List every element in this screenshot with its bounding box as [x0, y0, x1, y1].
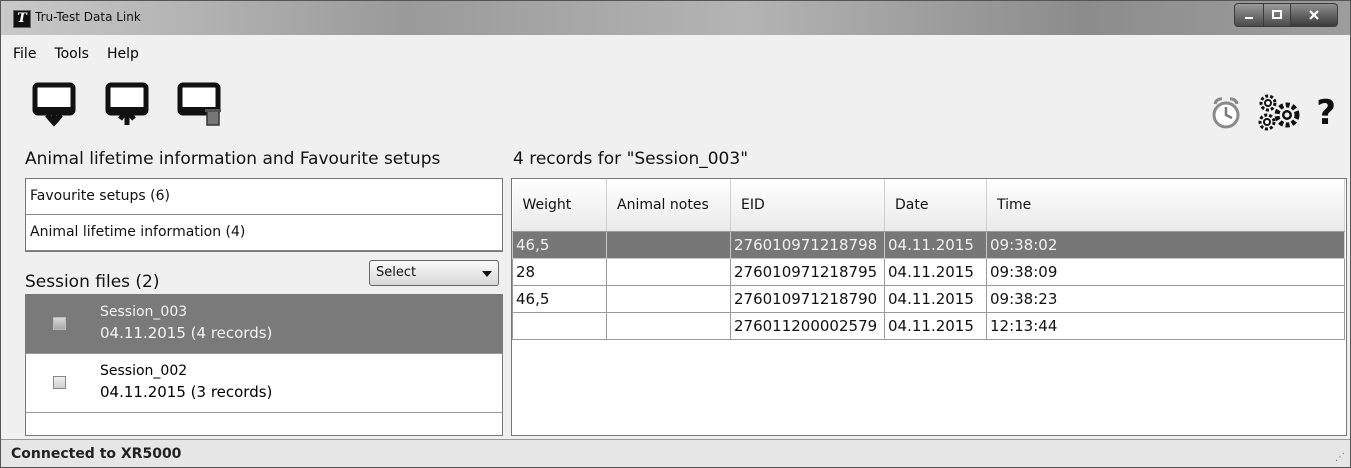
- session-name: Session_002: [100, 363, 188, 379]
- help-icon[interactable]: ?: [1316, 96, 1336, 130]
- session-files-heading: Session files (2): [25, 272, 160, 292]
- favourites-list: Favourite setups (6) Animal lifetime inf…: [25, 178, 503, 252]
- column-header-animal-notes[interactable]: Animal notes: [606, 179, 731, 232]
- cell-time: 09:38:09: [986, 258, 1345, 286]
- cell-animal-notes: [606, 312, 731, 340]
- cell-weight: [512, 312, 607, 340]
- cell-animal-notes: [606, 258, 731, 286]
- upload-to-device-button[interactable]: [104, 79, 154, 131]
- connection-status: Connected to XR5000: [11, 446, 182, 462]
- session-checkbox[interactable]: [53, 317, 66, 330]
- close-icon: [1309, 10, 1319, 20]
- table-row[interactable]: 46,5 276010971218798 04.11.2015 09:38:02: [512, 231, 1345, 259]
- cell-animal-notes: [606, 285, 731, 313]
- window-title: Tru-Test Data Link: [35, 10, 141, 24]
- cell-date: 04.11.2015: [884, 258, 987, 286]
- cell-time: 09:38:23: [986, 285, 1345, 313]
- session-files-list: Session_003 04.11.2015 (4 records) Sessi…: [25, 294, 503, 436]
- menu-help[interactable]: Help: [107, 46, 139, 62]
- minimize-icon: [1245, 17, 1253, 19]
- list-item-animal-lifetime-info[interactable]: Animal lifetime information (4): [26, 215, 502, 251]
- cell-time: 09:38:02: [986, 231, 1345, 259]
- session-checkbox[interactable]: [53, 376, 66, 389]
- table-header-row: Weight Animal notes EID Date Time: [512, 179, 1345, 232]
- minimize-button[interactable]: [1234, 3, 1264, 27]
- table-row[interactable]: 28 276010971218795 04.11.2015 09:38:09: [512, 258, 1345, 286]
- column-header-eid[interactable]: EID: [730, 179, 885, 232]
- column-header-date[interactable]: Date: [884, 179, 987, 232]
- session-select-dropdown[interactable]: Select: [369, 260, 499, 286]
- app-logo-icon: T: [13, 10, 31, 28]
- records-table: Weight Animal notes EID Date Time 46,5 2…: [511, 178, 1347, 436]
- cell-date: 04.11.2015: [884, 285, 987, 313]
- session-meta: 04.11.2015 (3 records): [100, 383, 273, 401]
- menu-file[interactable]: File: [13, 46, 36, 62]
- cell-weight: 46,5: [512, 231, 607, 259]
- alarm-clock-icon[interactable]: [1210, 96, 1242, 130]
- session-item-003[interactable]: Session_003 04.11.2015 (4 records): [26, 295, 502, 354]
- lifetime-favourites-heading: Animal lifetime information and Favourit…: [25, 149, 441, 169]
- session-item-002[interactable]: Session_002 04.11.2015 (3 records): [26, 354, 502, 413]
- download-from-device-icon: [32, 82, 76, 127]
- window-controls: [1234, 3, 1338, 27]
- cell-eid: 276010971218790: [730, 285, 885, 313]
- resize-grip-icon[interactable]: ⋰: [1335, 452, 1345, 463]
- session-meta: 04.11.2015 (4 records): [100, 324, 273, 342]
- records-heading: 4 records for "Session_003": [513, 149, 749, 169]
- delete-from-device-button[interactable]: [176, 79, 226, 131]
- close-button[interactable]: [1291, 3, 1338, 27]
- column-header-weight[interactable]: Weight: [512, 179, 607, 232]
- session-name: Session_003: [100, 304, 188, 320]
- download-from-device-button[interactable]: [31, 79, 81, 131]
- maximize-button[interactable]: [1264, 3, 1291, 27]
- cell-eid: 276011200002579: [730, 312, 885, 340]
- cell-animal-notes: [606, 231, 731, 259]
- cell-eid: 276010971218795: [730, 258, 885, 286]
- cell-eid: 276010971218798: [730, 231, 885, 259]
- cell-time: 12:13:44: [986, 312, 1345, 340]
- table-row[interactable]: 276011200002579 04.11.2015 12:13:44: [512, 312, 1345, 340]
- list-item-favourite-setups[interactable]: Favourite setups (6): [26, 179, 502, 215]
- status-bar: Connected to XR5000 ⋰: [1, 439, 1350, 467]
- menu-bar: File Tools Help: [13, 46, 139, 62]
- cell-date: 04.11.2015: [884, 231, 987, 259]
- cell-weight: 28: [512, 258, 607, 286]
- app-window: T Tru-Test Data Link File Tools Help ? A…: [0, 0, 1351, 468]
- select-value: Select: [376, 265, 417, 280]
- menu-tools[interactable]: Tools: [54, 46, 89, 62]
- right-toolbar: ?: [1210, 93, 1336, 133]
- title-bar[interactable]: T Tru-Test Data Link: [1, 1, 1350, 35]
- delete-from-device-icon: [177, 82, 221, 126]
- cell-weight: 46,5: [512, 285, 607, 313]
- cell-date: 04.11.2015: [884, 312, 987, 340]
- maximize-icon: [1272, 10, 1282, 19]
- upload-to-device-icon: [105, 82, 149, 125]
- table-row[interactable]: 46,5 276010971218790 04.11.2015 09:38:23: [512, 285, 1345, 313]
- column-header-time[interactable]: Time: [986, 179, 1345, 232]
- settings-gears-icon[interactable]: [1256, 93, 1302, 133]
- chevron-down-icon: [482, 271, 492, 277]
